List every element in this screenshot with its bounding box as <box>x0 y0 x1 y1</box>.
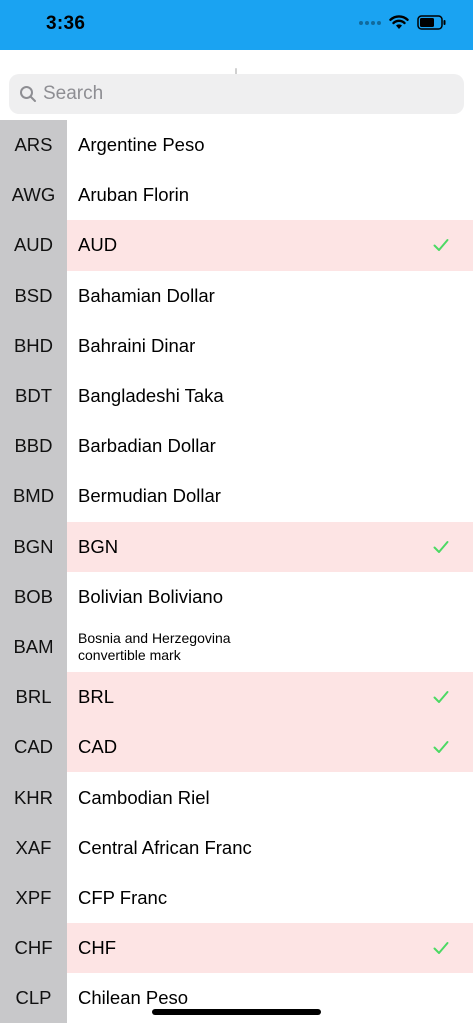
currency-code: CLP <box>0 973 67 1024</box>
currency-name: Central African Franc <box>67 823 473 873</box>
checkmark-icon <box>433 540 449 553</box>
checkmark-icon <box>433 741 449 754</box>
search-icon <box>18 84 38 104</box>
cellular-signal-icon <box>359 20 381 25</box>
currency-row[interactable]: BAM Bosnia and Herzegovina convertible ma… <box>0 621 473 673</box>
currency-name-label: CAD <box>78 736 118 758</box>
currency-name-label: Central African Franc <box>78 836 252 858</box>
currency-name: Bolivian Boliviano <box>67 572 473 622</box>
currency-name-label: CHF <box>78 937 117 959</box>
search-bar[interactable]: Search <box>9 74 464 114</box>
currency-code: BDT <box>0 370 67 422</box>
currency-code: BRL <box>0 672 67 723</box>
wifi-icon <box>389 15 409 29</box>
currency-code: BMD <box>0 471 67 522</box>
currency-row[interactable]: CHF CHF <box>0 923 473 974</box>
currency-row[interactable]: BSD Bahamian Dollar <box>0 270 473 321</box>
currency-name: Argentine Peso <box>67 120 473 170</box>
currency-row[interactable]: BBD Barbadian Dollar <box>0 421 473 472</box>
currency-row[interactable]: CAD CAD <box>0 722 473 773</box>
status-icons <box>359 15 447 30</box>
currency-name-label: Bangladeshi Taka <box>78 385 224 407</box>
currency-name-label: Argentine Peso <box>78 134 205 156</box>
home-indicator <box>152 1009 321 1015</box>
currency-name-label: CFP Franc <box>78 886 168 908</box>
currency-row[interactable]: BHD Bahraini Dinar <box>0 320 473 371</box>
currency-name-label: Bahraini Dinar <box>78 334 196 356</box>
currency-row[interactable]: BOB Bolivian Boliviano <box>0 571 473 622</box>
currency-name: Cambodian Riel <box>67 772 473 822</box>
currency-code: ARS <box>0 120 67 171</box>
currency-name-label: Aruban Florin <box>78 184 190 206</box>
battery-icon <box>417 15 446 30</box>
currency-code: XAF <box>0 822 67 873</box>
currency-code: XPF <box>0 872 67 923</box>
currency-name: Bosnia and Herzegovina convertible mark <box>67 622 473 672</box>
currency-name: Chilean Peso <box>67 973 473 1023</box>
status-time: 3:36 <box>46 13 86 34</box>
currency-name: CHF <box>67 923 473 974</box>
currency-name: CAD <box>67 722 473 773</box>
currency-name: Bermudian Dollar <box>67 471 473 521</box>
currency-name: BRL <box>67 672 473 723</box>
currency-code: AWG <box>0 170 67 221</box>
currency-name: AUD <box>67 220 473 271</box>
currency-code: BHD <box>0 320 67 371</box>
checkmark-icon <box>433 691 449 704</box>
currency-code: BSD <box>0 270 67 321</box>
checkmark-icon <box>433 942 449 955</box>
currency-row[interactable]: BDT Bangladeshi Taka <box>0 370 473 422</box>
currency-code: CAD <box>0 722 67 773</box>
currency-row[interactable]: BRL BRL <box>0 672 473 723</box>
currency-code: BAM <box>0 621 67 673</box>
currency-name-label: AUD <box>78 234 118 256</box>
currency-row[interactable]: XPF CFP Franc <box>0 872 473 923</box>
currency-name: Bangladeshi Taka <box>67 371 473 421</box>
currency-row[interactable]: KHR Cambodian Riel <box>0 772 473 823</box>
currency-name: Aruban Florin <box>67 170 473 220</box>
currency-row[interactable]: AUD AUD <box>0 220 473 271</box>
currency-name-label: Chilean Peso <box>78 987 189 1009</box>
currency-name: BGN <box>67 521 473 572</box>
currency-name: Bahamian Dollar <box>67 271 473 321</box>
currency-name-label: Bermudian Dollar <box>78 485 221 507</box>
currency-name: Bahraini Dinar <box>67 321 473 371</box>
currency-name-label: BGN <box>78 535 119 557</box>
currency-name-label: BRL <box>78 686 114 708</box>
currency-row[interactable]: AWG Aruban Florin <box>0 170 473 221</box>
currency-code: KHR <box>0 772 67 823</box>
currency-code: BGN <box>0 521 67 572</box>
currency-row[interactable]: XAF Central African Franc <box>0 822 473 873</box>
currency-name: CFP Franc <box>67 873 473 923</box>
checkmark-icon <box>433 239 449 252</box>
currency-name-label: Barbadian Dollar <box>78 435 216 457</box>
currency-row[interactable]: CLP Chilean Peso <box>0 973 473 1024</box>
currency-name-label: Bolivian Boliviano <box>78 585 224 607</box>
currency-list: ARS Argentine Peso AWG Aruban Florin AUD AUD B… <box>0 120 473 1024</box>
currency-code: BOB <box>0 571 67 622</box>
screen: 3:36 Search ARS Argentine Peso AWG Aruba… <box>0 0 473 1024</box>
currency-row[interactable]: BGN BGN <box>0 521 473 572</box>
status-bar: 3:36 <box>0 0 473 50</box>
currency-name-label: Bahamian Dollar <box>78 284 215 306</box>
currency-name: Barbadian Dollar <box>67 421 473 471</box>
currency-row[interactable]: BMD Bermudian Dollar <box>0 471 473 522</box>
currency-code: AUD <box>0 220 67 271</box>
currency-name-label: Bosnia and Herzegovina convertible mark <box>78 629 231 663</box>
currency-row[interactable]: ARS Argentine Peso <box>0 120 473 171</box>
currency-code: CHF <box>0 923 67 974</box>
currency-name-label: Cambodian Riel <box>78 786 210 808</box>
currency-code: BBD <box>0 421 67 472</box>
search-input[interactable]: Search <box>43 83 103 105</box>
